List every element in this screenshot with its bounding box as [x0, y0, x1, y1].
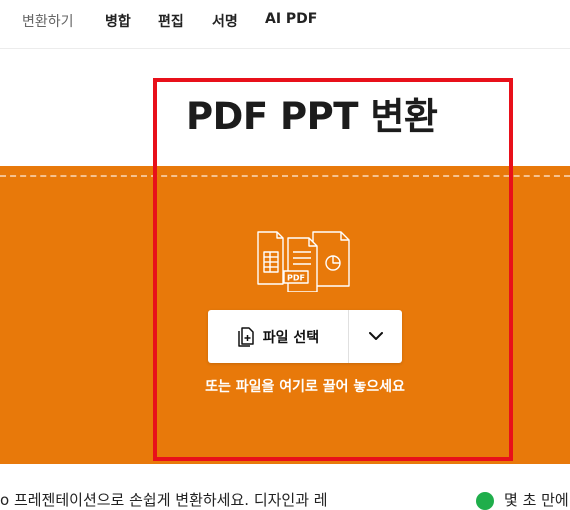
select-file-button[interactable]: 파일 선택	[208, 310, 349, 363]
file-dropzone[interactable]: PDF 파일 선택 또는 파일을 여기로 끌어 놓으세요	[0, 166, 570, 464]
footer-feature-text: 몇 초 만에	[504, 491, 569, 509]
page-title: PDF PPT 변환	[186, 95, 438, 138]
top-navigation: 변환하기 병합 편집 서명 AI PDF	[0, 0, 570, 49]
footer-description: o 프레젠테이션으로 손쉽게 변환하세요. 디자인과 레	[0, 491, 328, 509]
select-file-label: 파일 선택	[262, 329, 320, 346]
nav-convert[interactable]: 변환하기	[22, 11, 74, 31]
nav-ai-pdf[interactable]: AI PDF	[265, 11, 317, 27]
pdf-badge-label: PDF	[287, 274, 305, 283]
nav-edit[interactable]: 편집	[158, 11, 184, 31]
check-icon	[476, 492, 494, 510]
dropzone-dashed-border	[0, 175, 570, 177]
chevron-down-icon	[368, 332, 383, 340]
drop-hint-text: 또는 파일을 여기로 끌어 놓으세요	[205, 379, 405, 395]
nav-sign[interactable]: 서명	[212, 11, 238, 31]
add-file-icon	[238, 326, 254, 347]
pdf-to-ppt-files-icon: PDF	[257, 231, 350, 292]
file-select-group: 파일 선택	[208, 310, 402, 363]
more-sources-dropdown[interactable]	[349, 310, 402, 363]
nav-merge[interactable]: 병합	[105, 11, 131, 31]
